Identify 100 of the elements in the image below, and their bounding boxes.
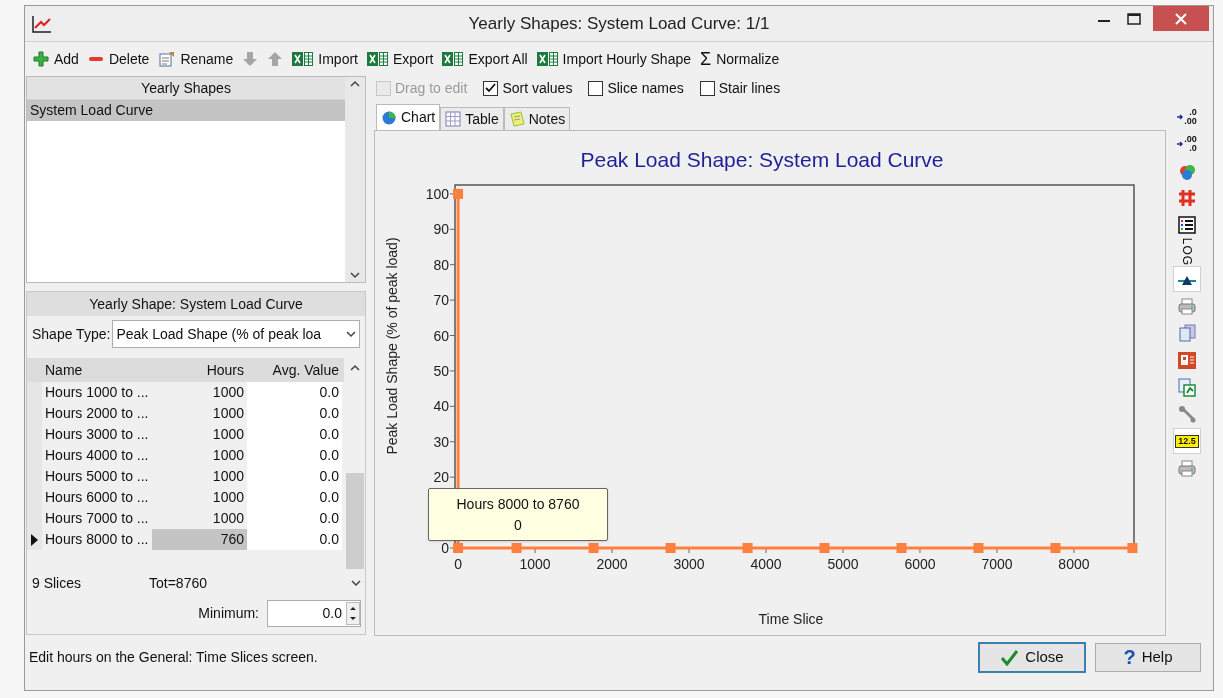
tab[interactable]: Notes — [503, 107, 571, 130]
tick-label: 30 — [433, 433, 449, 450]
tick-label: 60 — [433, 327, 449, 344]
spreadsheet-icon — [536, 51, 558, 67]
presentation-icon — [1178, 350, 1196, 370]
scrollbar[interactable] — [345, 77, 365, 282]
toolbar-button[interactable]: Export All — [440, 46, 530, 72]
toolbar-button[interactable]: Import — [290, 46, 360, 72]
column-header: Hours — [205, 360, 245, 380]
value-label-icon: 12.5 — [1175, 434, 1199, 448]
panel-header: Yearly Shape: System Load Curve — [27, 292, 365, 316]
toolbar-button[interactable]: Σ Normalize — [698, 46, 782, 72]
dialog-button[interactable]: ? Help — [1095, 642, 1201, 672]
tooltip-value: 0 — [514, 515, 522, 535]
data-point — [819, 543, 830, 553]
copy-icon — [1178, 324, 1196, 342]
checkbox[interactable]: Stair lines — [699, 77, 781, 99]
list-item[interactable]: System Load Curve — [27, 100, 345, 121]
spreadsheet-icon — [442, 51, 464, 67]
arrow-icon — [1177, 141, 1184, 147]
close-window-button[interactable] — [1153, 6, 1209, 31]
axis-title: Time Slice — [758, 611, 824, 627]
tool-button[interactable]: .0 .00 — [1173, 104, 1201, 130]
printer-icon — [1178, 459, 1196, 477]
checkbox[interactable]: Sort values — [483, 77, 573, 99]
tick-label: 90 — [433, 221, 449, 238]
column-header: Avg. Value — [271, 360, 340, 380]
scroll-down-icon — [350, 271, 360, 279]
tick-label: 6000 — [904, 556, 936, 572]
note-icon — [508, 111, 525, 127]
toolbar-button[interactable]: Export — [365, 46, 436, 72]
toolbar-button[interactable]: Add — [31, 46, 81, 72]
table-cell: 760 — [152, 529, 247, 550]
toolbar-button[interactable]: Delete — [85, 46, 152, 72]
plus-icon — [33, 51, 49, 67]
field-value: 0.0 — [321, 603, 343, 623]
data-point — [588, 543, 599, 553]
row-header[interactable] — [27, 529, 42, 550]
tick-label: 7000 — [981, 556, 1013, 572]
tick-label: 100 — [425, 185, 449, 202]
minimum-spinbox[interactable]: 0.0 — [267, 599, 361, 627]
data-point — [511, 543, 522, 553]
grid-icon — [1178, 189, 1196, 207]
data-point — [453, 188, 464, 199]
tick-label: 1000 — [519, 556, 551, 572]
scroll-thumb[interactable] — [346, 473, 365, 569]
table-cell: 0.0 — [247, 487, 342, 508]
tick-label: 80 — [433, 256, 449, 273]
total-hours: Tot=8760 — [149, 573, 208, 593]
tick-label: 2000 — [596, 556, 628, 572]
tick-label: 40 — [433, 398, 449, 415]
chart-icon — [31, 13, 53, 34]
data-point — [896, 543, 907, 553]
tab[interactable]: Table — [440, 107, 504, 130]
data-point — [1127, 543, 1138, 553]
sigma-icon: Σ — [700, 50, 712, 68]
tick-label: 8000 — [1058, 556, 1090, 572]
list-header: Yearly Shapes — [27, 77, 345, 100]
tool-button[interactable] — [1173, 266, 1201, 292]
chart-title: Peak Load Shape: System Load Curve — [580, 148, 944, 171]
dialog-button[interactable]: Close — [979, 642, 1085, 672]
tick-label: 70 — [433, 292, 449, 309]
dropdown-value: Peak Load Shape (% of peak loa — [116, 324, 323, 344]
spin-arrows-icon — [346, 601, 360, 625]
data-point — [973, 543, 984, 553]
scroll-up-icon — [350, 80, 360, 88]
tooltip-title: Hours 8000 to 8760 — [456, 494, 580, 514]
notepad-icon — [158, 51, 176, 67]
tool-button[interactable]: .00 .0 — [1173, 131, 1201, 157]
decimal-text: .00 — [1184, 135, 1197, 144]
data-point — [665, 543, 676, 553]
maximize-icon — [1127, 13, 1141, 25]
scroll-down-icon — [351, 579, 361, 587]
scroll-up-icon — [350, 364, 361, 372]
shape-type-dropdown[interactable]: Peak Load Shape (% of peak loa — [112, 320, 360, 348]
spreadsheet-icon — [292, 51, 314, 67]
table-cell: 0.0 — [247, 466, 342, 487]
tick-label: 50 — [433, 362, 449, 379]
data-point — [742, 543, 753, 553]
tab[interactable]: Chart — [376, 104, 441, 130]
wrench-icon — [1178, 405, 1196, 423]
grid-icon — [445, 111, 462, 127]
legend-icon — [1178, 216, 1196, 234]
tick-label: 3000 — [673, 556, 705, 572]
tool-button[interactable]: 12.5 — [1173, 428, 1201, 454]
data-point — [453, 543, 464, 553]
table-cell: 0.0 — [247, 508, 342, 529]
row-pointer-icon — [30, 532, 39, 547]
table-cell: 0.0 — [247, 445, 342, 466]
close-icon — [1175, 12, 1187, 25]
table-cell: 0.0 — [247, 382, 342, 403]
tool-button[interactable]: LOG — [1173, 239, 1201, 265]
tick-label: 0 — [454, 556, 462, 572]
tick-label: 0 — [441, 540, 449, 556]
checkbox[interactable]: Slice names — [588, 77, 684, 99]
tick-label: 20 — [433, 469, 449, 486]
log-scale-label: LOG — [1179, 237, 1195, 267]
axis-title: Peak Load Shape (% of peak load) — [384, 237, 400, 455]
toolbar-button[interactable]: Import Hourly Shape — [534, 46, 693, 72]
toolbar-button[interactable]: Rename — [156, 46, 236, 72]
